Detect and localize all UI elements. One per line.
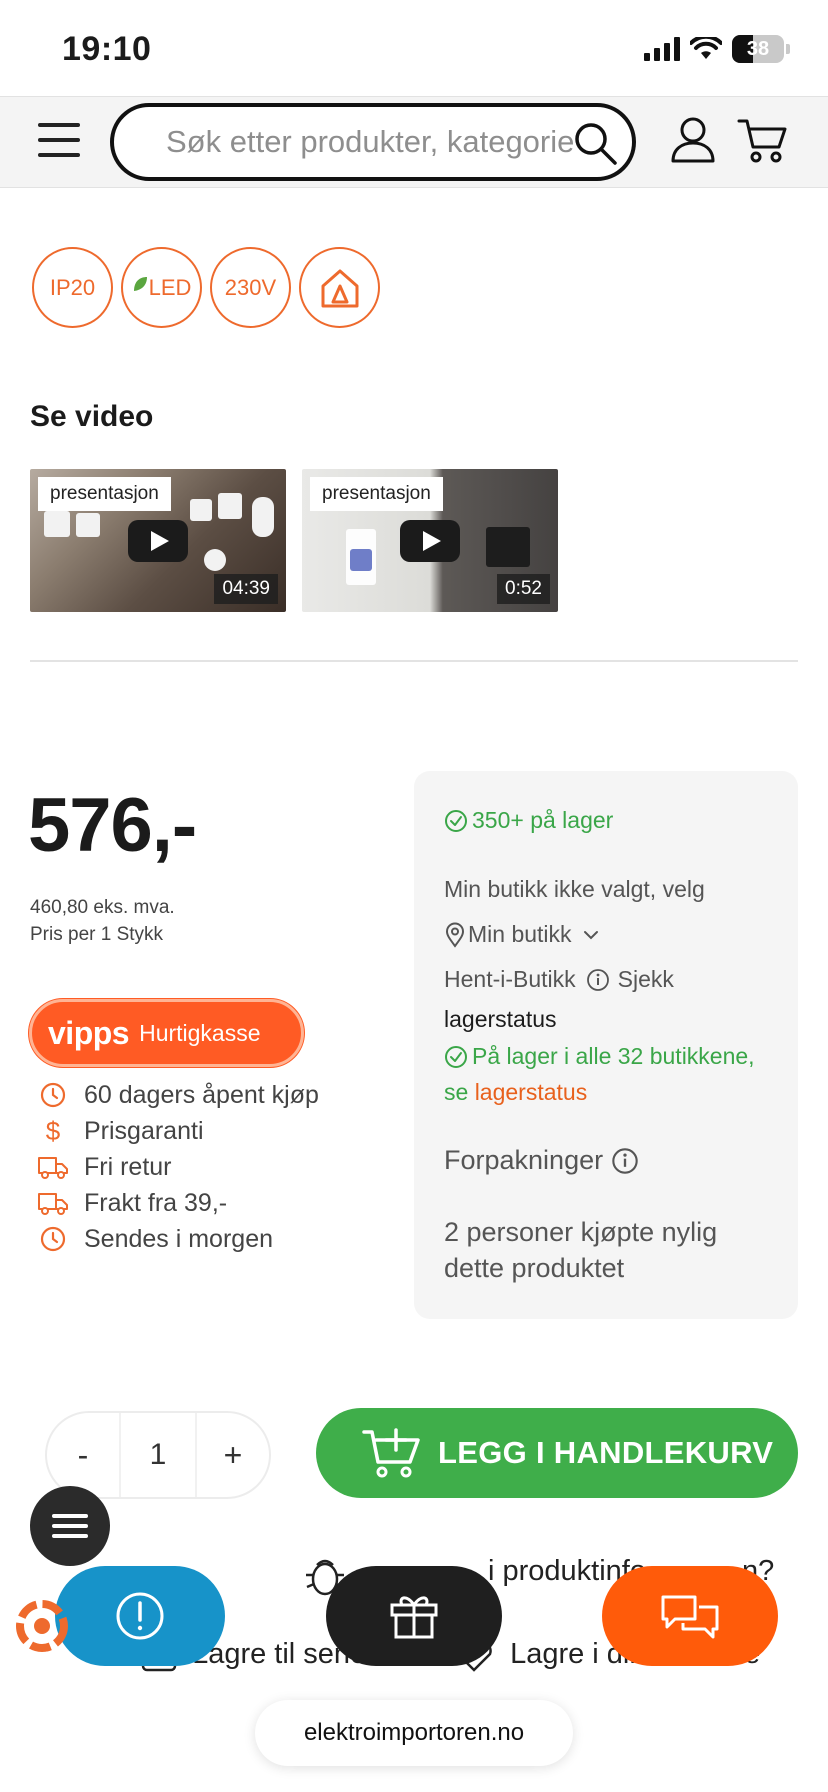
video-duration: 04:39 [214,574,278,604]
signal-icon [644,37,680,61]
stock-status-label: lagerstatus [444,1006,557,1032]
truck-icon [38,1153,68,1181]
quantity-value[interactable]: 1 [119,1413,197,1497]
alert-icon [116,1592,164,1640]
info-icon[interactable] [586,968,610,992]
quantity-stepper: - 1 + [45,1411,271,1499]
stock-status-link[interactable]: lagerstatus [475,1079,588,1105]
location-pin-icon [445,922,465,948]
feedback-fab[interactable] [55,1566,225,1666]
accessibility-wheel-icon[interactable] [14,1598,70,1654]
vipps-label: Hurtigkasse [139,1019,261,1046]
gift-icon [390,1596,438,1639]
vipps-express-checkout-button[interactable]: vipps Hurtigkasse [29,999,304,1067]
feature-badges: IP20 LED 230V [32,247,380,328]
status-bar: 19:10 38 [0,0,828,96]
play-icon[interactable] [400,519,460,562]
video-thumbnail[interactable]: presentasjon 04:39 [30,469,286,612]
wifi-icon [690,37,722,59]
floating-menu-button[interactable] [30,1486,110,1566]
my-store-dropdown[interactable]: Min butikk [444,921,600,948]
price-per-unit: Pris per 1 Stykk [30,924,164,945]
click-collect-row: Hent-i-Butikk Sjekk [444,966,674,992]
usp-item: Fri retur [38,1149,319,1185]
video-tag: presentasjon [310,477,443,511]
chat-fab[interactable] [602,1566,778,1666]
video-list: presentasjon 04:39 presentasjon 0:52 [30,469,558,612]
vipps-logo: vipps [48,1014,130,1051]
video-tag: presentasjon [38,477,171,511]
browser-url-bar[interactable]: elektroimportoren.no [255,1700,573,1766]
add-to-cart-label: LEGG I HANDLEKURV [438,1435,774,1470]
video-section-title: Se video [30,400,154,433]
cart-icon[interactable] [737,115,789,165]
search-box[interactable] [110,103,636,181]
recent-buyers-line-2: dette produktet [444,1253,625,1283]
indoor-house-icon [299,247,380,328]
status-icons: 38 [644,34,790,64]
product-price: 576,- [28,783,197,868]
led-badge: LED [121,247,202,328]
play-icon[interactable] [128,519,188,562]
status-time: 19:10 [62,30,152,68]
video-thumbnail[interactable]: presentasjon 0:52 [302,469,558,612]
battery-icon: 38 [732,35,784,63]
all-stores-status: På lager i alle 32 butikkene, [444,1043,755,1070]
in-stock-status: 350+ på lager [444,807,613,834]
usp-item: Frakt fra 39,- [38,1185,319,1221]
video-duration: 0:52 [497,574,550,604]
recent-buyers-line-1: 2 personer kjøpte nylig [444,1217,718,1247]
dollar-icon: $ [45,1115,61,1146]
chat-icon [661,1595,719,1639]
quantity-decrease-button[interactable]: - [47,1437,119,1474]
battery-level: 38 [746,37,770,60]
price-ex-vat: 460,80 eks. mva. [30,897,175,918]
search-icon[interactable] [572,120,618,166]
quantity-increase-button[interactable]: + [197,1437,269,1474]
gift-fab[interactable] [326,1566,502,1666]
hamburger-menu-button[interactable] [38,123,80,161]
clock-icon [38,1081,68,1109]
truck-icon [38,1189,68,1217]
search-input[interactable] [166,117,574,167]
ip20-badge: IP20 [32,247,113,328]
usp-list: 60 dagers åpent kjøp $ Prisgaranti Fri r… [38,1077,319,1257]
usp-item: 60 dagers åpent kjøp [38,1077,319,1113]
usp-item: $ Prisgaranti [38,1113,319,1149]
app-header [0,96,828,188]
stock-card: 350+ på lager Min butikk ikke valgt, vel… [414,771,798,1319]
add-to-cart-button[interactable]: LEGG I HANDLEKURV [316,1408,798,1498]
leaf-icon [133,276,147,291]
usp-item: Sendes i morgen [38,1221,319,1257]
see-stock-row: se lagerstatus [444,1079,588,1105]
clock-icon [38,1225,68,1253]
check-circle-icon [445,809,467,832]
packaging-row[interactable]: Forpakninger [444,1145,639,1176]
section-divider [30,660,798,662]
check-circle-icon [445,1045,467,1068]
store-not-selected: Min butikk ikke valgt, velg [444,876,705,902]
230v-badge: 230V [210,247,291,328]
cart-add-icon [362,1428,420,1478]
info-icon[interactable] [611,1147,639,1175]
user-icon[interactable] [669,115,717,165]
chevron-down-icon [583,930,598,939]
